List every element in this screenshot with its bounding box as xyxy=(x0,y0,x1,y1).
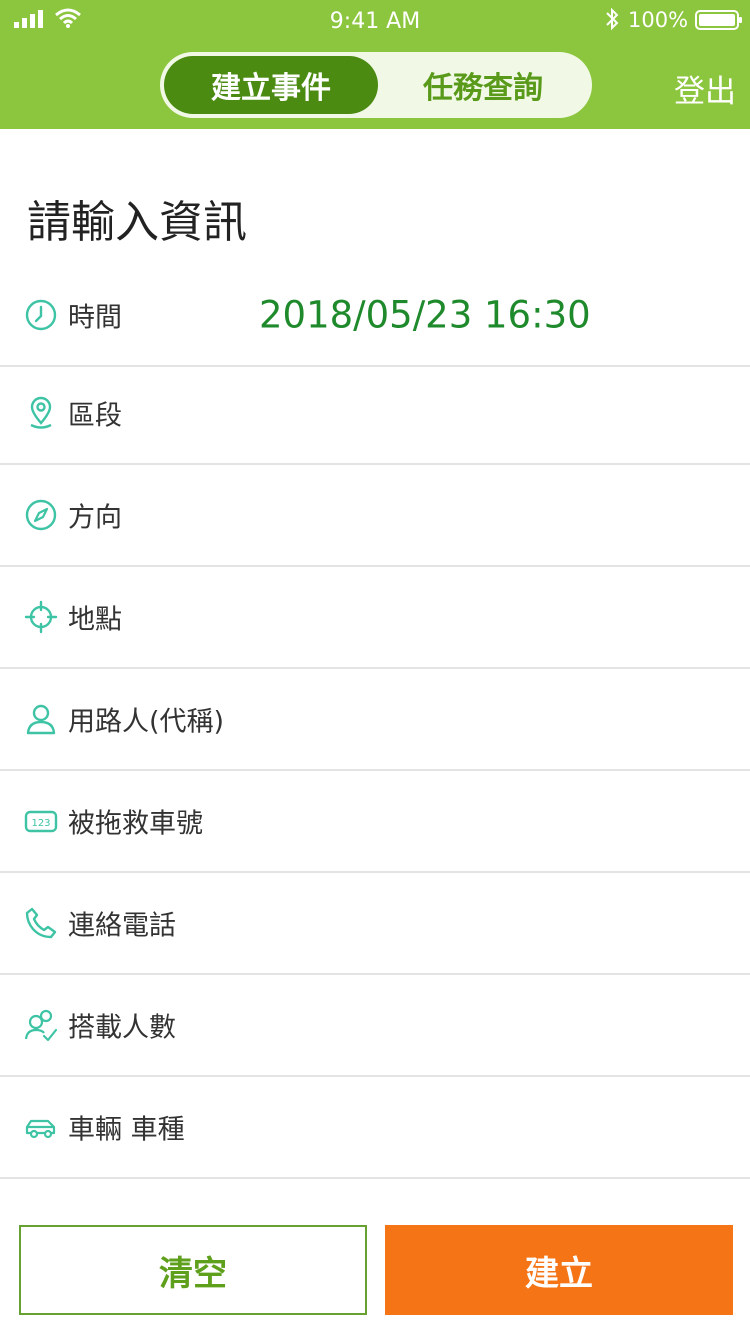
create-button[interactable]: 建立 xyxy=(385,1225,733,1315)
field-label-time: 時間 xyxy=(68,302,122,334)
bluetooth-icon xyxy=(606,7,619,31)
tab-task-query[interactable]: 任務查詢 xyxy=(378,56,588,114)
person-icon xyxy=(26,704,56,735)
license-plate-icon: 123 xyxy=(24,810,58,833)
page-title: 請輸入資訊 xyxy=(27,197,247,248)
field-label-contact-phone: 連絡電話 xyxy=(68,910,176,942)
car-icon xyxy=(25,1119,56,1139)
location-pin-icon xyxy=(30,396,52,429)
field-row-vehicle-type[interactable]: 車輛 車種 xyxy=(0,1077,750,1179)
clear-button[interactable]: 清空 xyxy=(19,1225,367,1315)
field-label-passengers: 搭載人數 xyxy=(68,1012,176,1044)
status-bar: 9:41 AM 100% xyxy=(0,0,750,40)
field-label-road-user: 用路人(代稱) xyxy=(68,706,225,738)
segmented-control: 建立事件 任務查詢 xyxy=(160,52,592,118)
field-row-section[interactable]: 區段 xyxy=(0,363,750,465)
field-row-contact-phone[interactable]: 連絡電話 xyxy=(0,873,750,975)
field-label-section: 區段 xyxy=(68,400,122,432)
field-label-vehicle-type: 車輛 車種 xyxy=(68,1114,185,1146)
tab-create-event[interactable]: 建立事件 xyxy=(164,56,378,114)
battery-icon xyxy=(695,10,742,30)
field-row-road-user[interactable]: 用路人(代稱) xyxy=(0,669,750,771)
phone-icon xyxy=(25,907,57,939)
field-label-location: 地點 xyxy=(68,604,122,636)
field-row-time[interactable]: 時間 2018/05/23 16:30 xyxy=(0,265,750,367)
top-bar: 9:41 AM 100% 建立事件 任務查詢 登出 xyxy=(0,0,750,129)
compass-icon xyxy=(25,499,57,531)
battery-percentage: 100% xyxy=(628,8,689,32)
field-row-location[interactable]: 地點 xyxy=(0,567,750,669)
svg-text:123: 123 xyxy=(31,818,50,829)
field-row-direction[interactable]: 方向 xyxy=(0,465,750,567)
passengers-icon xyxy=(24,1009,58,1042)
crosshair-icon xyxy=(24,600,58,634)
field-value-time[interactable]: 2018/05/23 16:30 xyxy=(259,294,591,337)
field-label-direction: 方向 xyxy=(68,502,122,534)
clock-icon xyxy=(25,299,57,331)
field-row-towed-plate[interactable]: 123 被拖救車號 xyxy=(0,771,750,873)
logout-button[interactable]: 登出 xyxy=(674,66,736,111)
field-label-towed-plate: 被拖救車號 xyxy=(68,808,203,840)
field-row-passengers[interactable]: 搭載人數 xyxy=(0,975,750,1077)
